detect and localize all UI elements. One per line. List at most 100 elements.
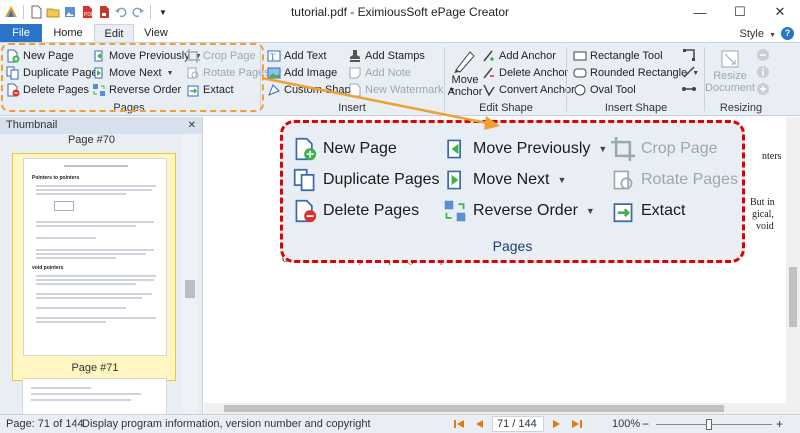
add-image-icon (267, 66, 281, 80)
tab-edit[interactable]: Edit (94, 24, 134, 42)
thumb-text-line (36, 275, 156, 277)
doc-fragment-void: void (756, 221, 774, 232)
status-message: Display program information, version num… (82, 418, 371, 430)
pdf-icon[interactable]: PDF (80, 5, 94, 19)
add-stamps-button[interactable]: Add Stamps (348, 48, 425, 64)
thumbnail-title: Thumbnail (6, 119, 58, 131)
reverse-order-icon (443, 199, 467, 223)
customize-qat-icon[interactable]: ▼ (156, 5, 170, 19)
zoom-rotate-pages-button[interactable]: Rotate Pages (611, 168, 738, 192)
resize-document-button[interactable]: Resize Document (704, 48, 756, 94)
minus-circle-icon[interactable] (756, 48, 770, 62)
image-file-icon[interactable] (63, 5, 77, 19)
rounded-rectangle-button[interactable]: Rounded Rectangle ▼ (573, 65, 699, 81)
add-image-button[interactable]: Add Image (267, 65, 337, 81)
thumb-text-line (36, 293, 152, 295)
add-anchor-button[interactable]: Add Anchor (482, 48, 556, 64)
thumb-text-line (36, 189, 152, 191)
selected-page-thumbnail[interactable]: Pointers to pointers void pointers Page … (12, 153, 176, 381)
plus-circle-icon[interactable] (756, 82, 770, 96)
minimize-button[interactable]: — (680, 0, 720, 24)
line-tool-icon[interactable] (682, 65, 696, 79)
pin-icon[interactable]: ✕ (188, 117, 196, 134)
thumb-text-line (36, 193, 126, 195)
resizing-group: Resize Document Resizing (704, 43, 776, 116)
info-circle-icon[interactable] (756, 65, 770, 79)
move-next-icon (443, 168, 467, 192)
svg-text:PDF: PDF (84, 12, 94, 18)
zoom-slider-thumb[interactable] (706, 419, 712, 430)
note-icon (348, 66, 362, 80)
zoom-extact-label: Extact (641, 202, 686, 219)
add-anchor-label: Add Anchor (499, 50, 556, 62)
zoom-duplicate-pages-button[interactable]: Duplicate Pages (293, 168, 440, 192)
thumbnail-scroll-thumb[interactable] (185, 280, 195, 298)
last-page-icon[interactable] (570, 417, 584, 431)
redo-icon[interactable] (131, 5, 145, 19)
pages-group-highlight (1, 43, 264, 112)
status-page-info: Page: 71 of 144 (6, 418, 84, 430)
move-anchor-button[interactable]: Move Anchor (448, 48, 482, 98)
app-icon[interactable] (4, 5, 18, 19)
maximize-button[interactable]: ☐ (720, 0, 760, 24)
move-previously-icon (443, 137, 467, 161)
chevron-down-icon: ▼ (557, 175, 567, 185)
thumbnail-scrollbar[interactable] (183, 134, 197, 414)
first-page-icon[interactable] (452, 417, 466, 431)
doc-fragment-nters: nters (762, 151, 782, 162)
polyline-tool-icon[interactable] (682, 48, 696, 62)
insert-group-label: Insert (338, 102, 366, 114)
zoom-reverse-order-button[interactable]: Reverse Order ▼ (443, 199, 595, 223)
vertical-scroll-thumb[interactable] (789, 267, 797, 327)
document-vertical-scrollbar[interactable] (786, 117, 800, 414)
next-page-icon[interactable] (550, 417, 564, 431)
zoom-extact-button[interactable]: Extact (611, 199, 685, 223)
zoom-move-next-button[interactable]: Move Next ▼ (443, 168, 566, 192)
undo-icon[interactable] (114, 5, 128, 19)
save-pdf-icon[interactable] (97, 5, 111, 19)
zoom-out-icon[interactable]: − (642, 417, 649, 431)
convert-anchor-button[interactable]: Convert Anchor (482, 82, 575, 98)
thumb-text-line (36, 185, 156, 187)
previous-page-icon[interactable] (472, 417, 486, 431)
add-note-button[interactable]: Add Note (348, 65, 411, 81)
add-text-button[interactable]: T Add Text (267, 48, 327, 64)
rectangle-tool-button[interactable]: Rectangle Tool (573, 48, 663, 64)
oval-tool-button[interactable]: Oval Tool (573, 82, 636, 98)
rounded-rectangle-icon (573, 66, 587, 80)
add-anchor-icon (482, 49, 496, 63)
delete-anchor-button[interactable]: Delete Anchor (482, 65, 568, 81)
move-anchor-icon (452, 48, 478, 74)
resize-label-1: Resize (713, 70, 747, 82)
custom-shape-button[interactable]: Custom Shape (267, 82, 357, 98)
next-page-thumbnail[interactable] (22, 378, 167, 418)
zoom-delete-pages-button[interactable]: Delete Pages (293, 199, 419, 223)
zoom-in-icon[interactable]: + (776, 417, 783, 431)
insert-shape-group: Rectangle Tool Rounded Rectangle ▼ Oval T… (568, 43, 704, 116)
new-watermark-button[interactable]: New Watermark ▼ (348, 82, 455, 98)
new-file-icon[interactable] (29, 5, 43, 19)
tab-view[interactable]: View (136, 24, 176, 42)
zoom-delete-pages-label: Delete Pages (323, 202, 420, 219)
tab-home[interactable]: Home (46, 24, 90, 42)
zoom-new-page-button[interactable]: New Page (293, 137, 397, 161)
connector-tool-icon[interactable] (682, 82, 696, 96)
qat-separator (150, 5, 151, 19)
help-icon[interactable]: ? (781, 27, 794, 40)
horizontal-scroll-thumb[interactable] (224, 405, 724, 412)
zoom-crop-page-button[interactable]: Crop Page (611, 137, 718, 161)
zoom-move-previously-button[interactable]: Move Previously ▼ (443, 137, 607, 161)
open-folder-icon[interactable] (46, 5, 60, 19)
group-separator (444, 47, 445, 111)
page-number-input[interactable]: 71 / 144 (492, 416, 544, 432)
rectangle-tool-label: Rectangle Tool (590, 50, 663, 62)
resize-label-2: Document (704, 82, 756, 94)
duplicate-pages-icon (293, 168, 317, 192)
tab-file[interactable]: File (0, 24, 42, 42)
document-horizontal-scrollbar[interactable] (204, 403, 786, 414)
svg-text:T: T (270, 52, 276, 62)
close-button[interactable]: ✕ (760, 0, 800, 24)
style-menu[interactable]: Style ▼ (740, 28, 776, 40)
rotate-icon (611, 168, 635, 192)
zoom-slider-track[interactable] (656, 424, 772, 425)
